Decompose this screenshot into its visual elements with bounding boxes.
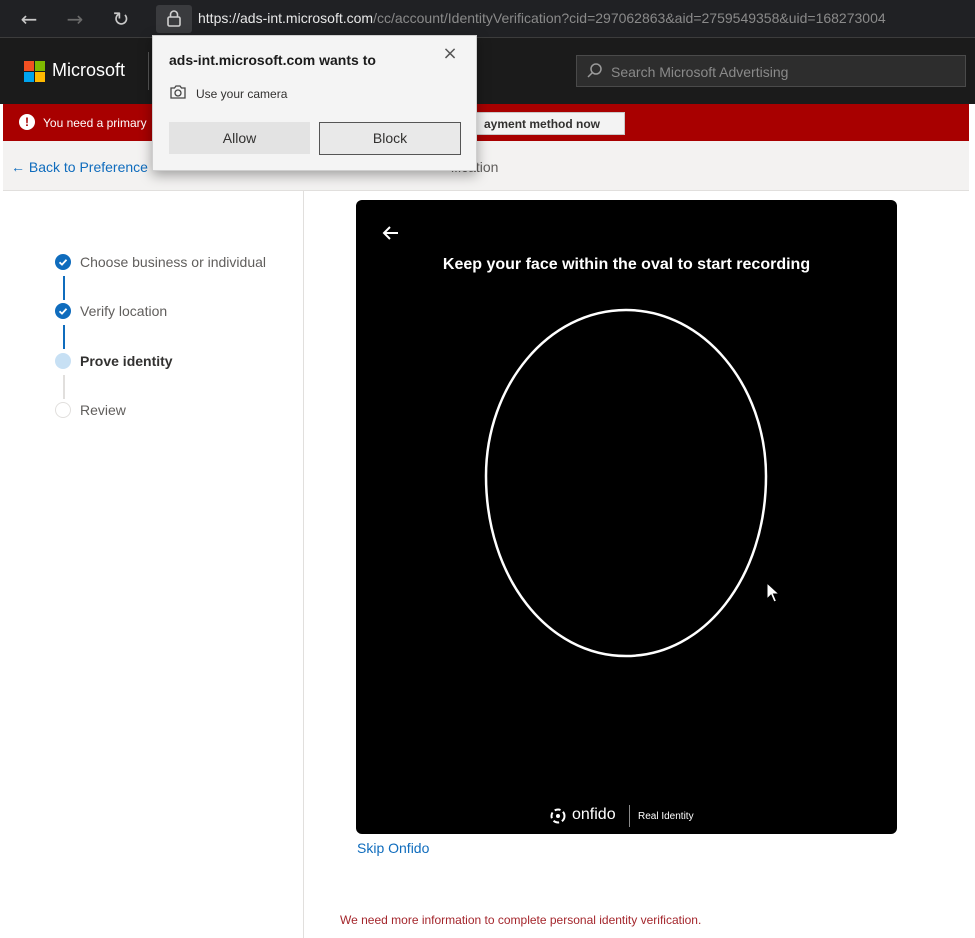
back-arrow-icon[interactable]: ← bbox=[16, 6, 42, 32]
pending-step-icon bbox=[55, 402, 71, 418]
back-arrow-icon[interactable] bbox=[380, 222, 402, 244]
url-host: https://ads-int.microsoft.com bbox=[198, 10, 374, 26]
block-button[interactable]: Block bbox=[319, 122, 461, 155]
alert-text: You need a primary bbox=[43, 116, 147, 130]
breadcrumb: ← Back to Preference ification bbox=[3, 141, 969, 191]
url-path: /cc/account/IdentityVerification?cid=297… bbox=[373, 10, 886, 26]
skip-onfido-link[interactable]: Skip Onfido bbox=[357, 840, 429, 856]
address-bar[interactable]: https://ads-int.microsoft.com/cc/account… bbox=[198, 10, 886, 26]
checkmark-icon bbox=[55, 303, 71, 319]
step-connector bbox=[63, 325, 65, 349]
back-to-preferences-link[interactable]: ← Back to Preference bbox=[11, 159, 148, 175]
alert-banner: ! You need a primary ayment method now bbox=[3, 104, 969, 141]
onfido-logo-icon bbox=[550, 808, 566, 824]
brand-name[interactable]: Microsoft bbox=[52, 60, 125, 81]
step-label: Prove identity bbox=[80, 353, 173, 369]
lock-icon bbox=[167, 10, 181, 27]
branding-divider bbox=[629, 805, 630, 827]
close-icon[interactable]: × bbox=[439, 44, 461, 66]
step-label: Verify location bbox=[80, 303, 168, 319]
face-oval-guide bbox=[484, 308, 768, 658]
search-icon bbox=[587, 63, 602, 78]
camera-permission-dialog: ads-int.microsoft.com wants to × Use you… bbox=[152, 35, 477, 171]
dialog-title: ads-int.microsoft.com wants to bbox=[169, 52, 376, 68]
browser-toolbar: ← → ↻ https://ads-int.microsoft.com/cc/a… bbox=[0, 0, 975, 38]
app-header: Microsoft Search Microsoft Advertising bbox=[0, 38, 975, 104]
permission-request: Use your camera bbox=[196, 87, 288, 101]
error-message: We need more information to complete per… bbox=[340, 913, 702, 927]
refresh-icon[interactable]: ↻ bbox=[108, 6, 134, 32]
header-divider bbox=[148, 52, 149, 90]
capture-instruction: Keep your face within the oval to start … bbox=[442, 256, 811, 273]
microsoft-logo-icon[interactable] bbox=[24, 61, 45, 82]
mouse-cursor-icon bbox=[766, 582, 781, 603]
back-link-label: Back to Preference bbox=[28, 159, 148, 175]
search-placeholder: Search Microsoft Advertising bbox=[611, 64, 789, 80]
progress-stepper: Choose business or individual Verify loc… bbox=[3, 191, 304, 938]
onfido-tagline: Real Identity bbox=[638, 811, 694, 822]
allow-button[interactable]: Allow bbox=[169, 122, 310, 154]
step-connector bbox=[63, 375, 65, 399]
search-input[interactable]: Search Microsoft Advertising bbox=[576, 55, 966, 87]
camera-icon bbox=[170, 85, 186, 99]
alert-icon: ! bbox=[19, 114, 35, 130]
onfido-wordmark: onfido bbox=[572, 806, 616, 823]
checkmark-icon bbox=[55, 254, 71, 270]
step-label: Choose business or individual bbox=[80, 254, 266, 270]
face-capture-frame: Keep your face within the oval to start … bbox=[356, 200, 897, 834]
site-info-button[interactable] bbox=[156, 5, 192, 33]
forward-arrow-icon[interactable]: → bbox=[62, 6, 88, 32]
step-label: Review bbox=[80, 402, 126, 418]
current-step-icon bbox=[55, 353, 71, 369]
step-connector bbox=[63, 276, 65, 300]
